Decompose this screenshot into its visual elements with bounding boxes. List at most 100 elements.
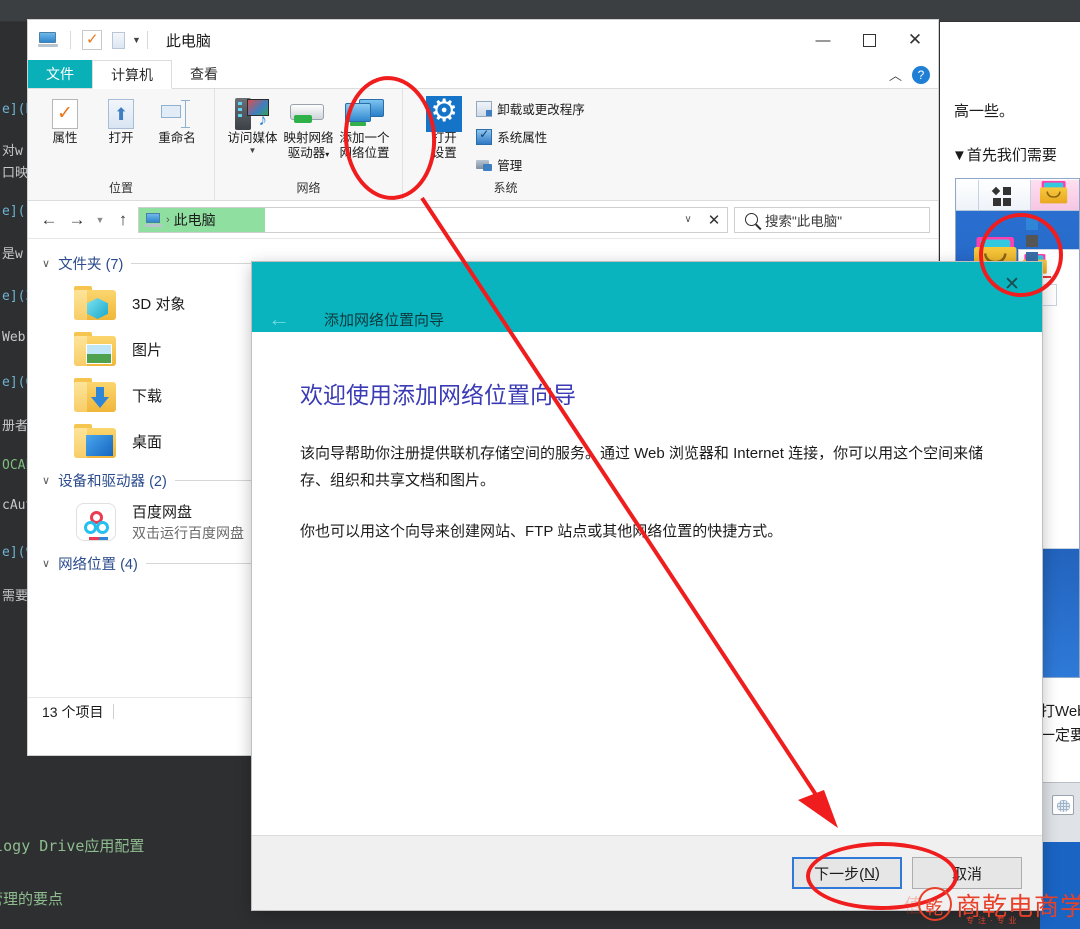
ribbon-button-open-settings[interactable]: 打开 设置 <box>422 93 466 161</box>
forward-arrow-icon[interactable]: → <box>64 207 90 233</box>
ribbon-right-controls: ︿ ? <box>889 60 930 89</box>
ribbon-button-map-network-drive[interactable]: 映射网络 驱动器▾ <box>281 93 337 162</box>
ribbon-item-label: 卸载或更改程序 <box>497 103 585 117</box>
ribbon-group-network: ♪ 访问媒体 ▼ 映射网络 驱动器▾ 添加一个 网络位置 网络 <box>214 89 402 200</box>
new-folder-icon[interactable] <box>112 32 125 49</box>
folder-downloads-icon <box>74 376 118 414</box>
folder-pictures-icon <box>74 330 118 368</box>
ribbon-button-open[interactable]: 打开 <box>93 93 149 146</box>
background-right-paragraph: 打Web 一定要 <box>1040 700 1080 748</box>
tab-computer[interactable]: 计算机 <box>92 60 172 89</box>
ribbon-button-label: 重命名 <box>158 131 196 145</box>
recent-locations-icon[interactable]: ▼ <box>92 207 108 233</box>
ribbon-button-access-media[interactable]: ♪ 访问媒体 ▼ <box>225 93 281 155</box>
editor-line: 需要 <box>2 589 29 604</box>
add-network-location-icon <box>344 97 385 131</box>
item-count: 13 个项目 <box>42 703 104 720</box>
group-title: 文件夹 (7) <box>58 257 124 273</box>
open-settings-icon <box>426 93 463 132</box>
cancel-button[interactable]: 取消 <box>912 857 1022 889</box>
divider <box>70 31 71 49</box>
right-doc-tail-line: 一定要 <box>1040 727 1080 744</box>
next-button[interactable]: 下一步(N) <box>792 857 902 889</box>
ribbon-item-label: 系统属性 <box>497 131 548 145</box>
back-arrow-icon[interactable]: ← <box>268 308 290 330</box>
close-button[interactable]: ✕ <box>892 20 938 60</box>
add-network-location-wizard: ← 添加网络位置向导 ✕ 欢迎使用添加网络位置向导 该向导帮助你注册提供联机存储… <box>252 262 1042 910</box>
address-bar[interactable]: › 此电脑 ∨ ✕ <box>138 206 728 233</box>
ribbon-button-add-network-location[interactable]: 添加一个 网络位置 <box>337 93 393 161</box>
breadcrumb-item[interactable]: 此电脑 <box>174 210 216 230</box>
list-item-name: 百度网盘 <box>132 504 193 521</box>
group-title: 网络位置 (4) <box>58 557 138 573</box>
search-placeholder: 搜索"此电脑" <box>765 213 843 229</box>
open-icon <box>108 97 134 131</box>
ribbon-button-label: 打开 <box>108 131 134 145</box>
tab-view[interactable]: 查看 <box>172 60 236 88</box>
chevron-down-icon[interactable]: ∨ <box>42 557 50 570</box>
chevron-down-icon[interactable]: ∨ <box>42 257 50 270</box>
ribbon-tabs: 文件 计算机 查看 ︿ ? <box>28 60 938 89</box>
background-desktop-strip <box>1040 842 1080 929</box>
editor-heading: Synology Drive应用配置 <box>0 837 145 855</box>
wizard-title: 添加网络位置向导 <box>324 312 445 329</box>
properties-icon[interactable] <box>82 30 102 50</box>
divider <box>113 704 115 719</box>
map-network-drive-icon <box>289 97 328 131</box>
label-line-2: 驱动器 <box>287 146 326 160</box>
right-doc-line: 高一些。 <box>954 103 1015 120</box>
close-icon[interactable]: ✕ <box>990 266 1034 302</box>
rename-icon <box>161 97 193 131</box>
right-doc-tail-line: 打Web <box>1040 703 1080 720</box>
folder-3d-objects-icon <box>74 284 118 322</box>
ribbon-item-manage[interactable]: 管理 <box>472 153 589 176</box>
window-controls: — ✕ <box>800 20 938 60</box>
ribbon-item-label: 管理 <box>497 159 523 173</box>
label-line-1: 打开 <box>431 131 457 145</box>
label-line-2: 网络位置 <box>339 146 390 160</box>
ribbon-item-uninstall-program[interactable]: 卸载或更改程序 <box>472 97 589 120</box>
ribbon-button-label: 映射网络 驱动器▾ <box>283 131 334 160</box>
ribbon-button-label: 打开 设置 <box>432 131 457 161</box>
close-icon[interactable]: ✕ <box>701 211 727 229</box>
label-line-2: 设置 <box>431 146 457 160</box>
back-arrow-icon[interactable]: ← <box>36 207 62 233</box>
ribbon-button-label: 属性 <box>52 131 78 145</box>
ribbon-small-items: 卸载或更改程序 系统属性 管理 <box>472 93 589 176</box>
ribbon-button-properties[interactable]: 属性 <box>37 93 93 146</box>
chevron-down-icon[interactable]: ▼ <box>249 146 257 155</box>
access-media-icon: ♪ <box>234 97 271 131</box>
ribbon-group-items: 打开 设置 卸载或更改程序 系统属性 <box>422 93 589 179</box>
tab-file[interactable]: 文件 <box>28 60 92 88</box>
list-item-name: 3D 对象 <box>132 295 186 313</box>
ribbon-item-system-properties[interactable]: 系统属性 <box>472 125 589 148</box>
list-item-name: 下载 <box>132 387 163 405</box>
properties-icon <box>52 97 78 131</box>
ribbon-group-items: ♪ 访问媒体 ▼ 映射网络 驱动器▾ 添加一个 网络位置 <box>225 93 393 179</box>
ribbon-button-label: 添加一个 网络位置 <box>339 131 389 161</box>
ribbon-group-label: 系统 <box>493 181 518 195</box>
chevron-down-icon[interactable]: ∨ <box>675 214 701 225</box>
ribbon-group-label: 位置 <box>108 181 133 195</box>
screenshot-root: e](B 对w 口映 e](F 是w e](3 Web e](6 册者 OCAL… <box>0 0 1080 929</box>
uninstall-program-icon <box>476 100 493 117</box>
ribbon-button-rename[interactable]: 重命名 <box>149 93 205 146</box>
folder-desktop-icon <box>74 422 118 460</box>
maximize-button[interactable] <box>846 20 892 60</box>
next-button-suffix: ) <box>874 864 880 882</box>
wizard-paragraph-1: 该向导帮助你注册提供联机存储空间的服务。通过 Web 浏览器和 Internet… <box>300 445 984 489</box>
minimize-button[interactable]: — <box>800 20 846 60</box>
chevron-down-icon[interactable]: ∨ <box>42 474 50 487</box>
window-title: 此电脑 <box>165 32 211 50</box>
up-arrow-icon[interactable]: ↑ <box>110 207 136 233</box>
help-button[interactable]: ? <box>912 65 930 84</box>
address-bar-controls: ∨ ✕ <box>675 211 727 229</box>
ribbon-button-label: 访问媒体 <box>227 131 278 145</box>
chevron-up-icon[interactable]: ︿ <box>889 65 902 84</box>
thumbnail-toolbar <box>956 179 1079 211</box>
chevron-down-icon[interactable]: ▼ <box>132 35 141 45</box>
next-button-label: 下一步( <box>814 865 865 883</box>
search-input[interactable]: 搜索"此电脑" <box>734 206 930 233</box>
search-icon <box>745 213 758 226</box>
ribbon-group-location: 属性 打开 重命名 位置 <box>28 89 214 200</box>
